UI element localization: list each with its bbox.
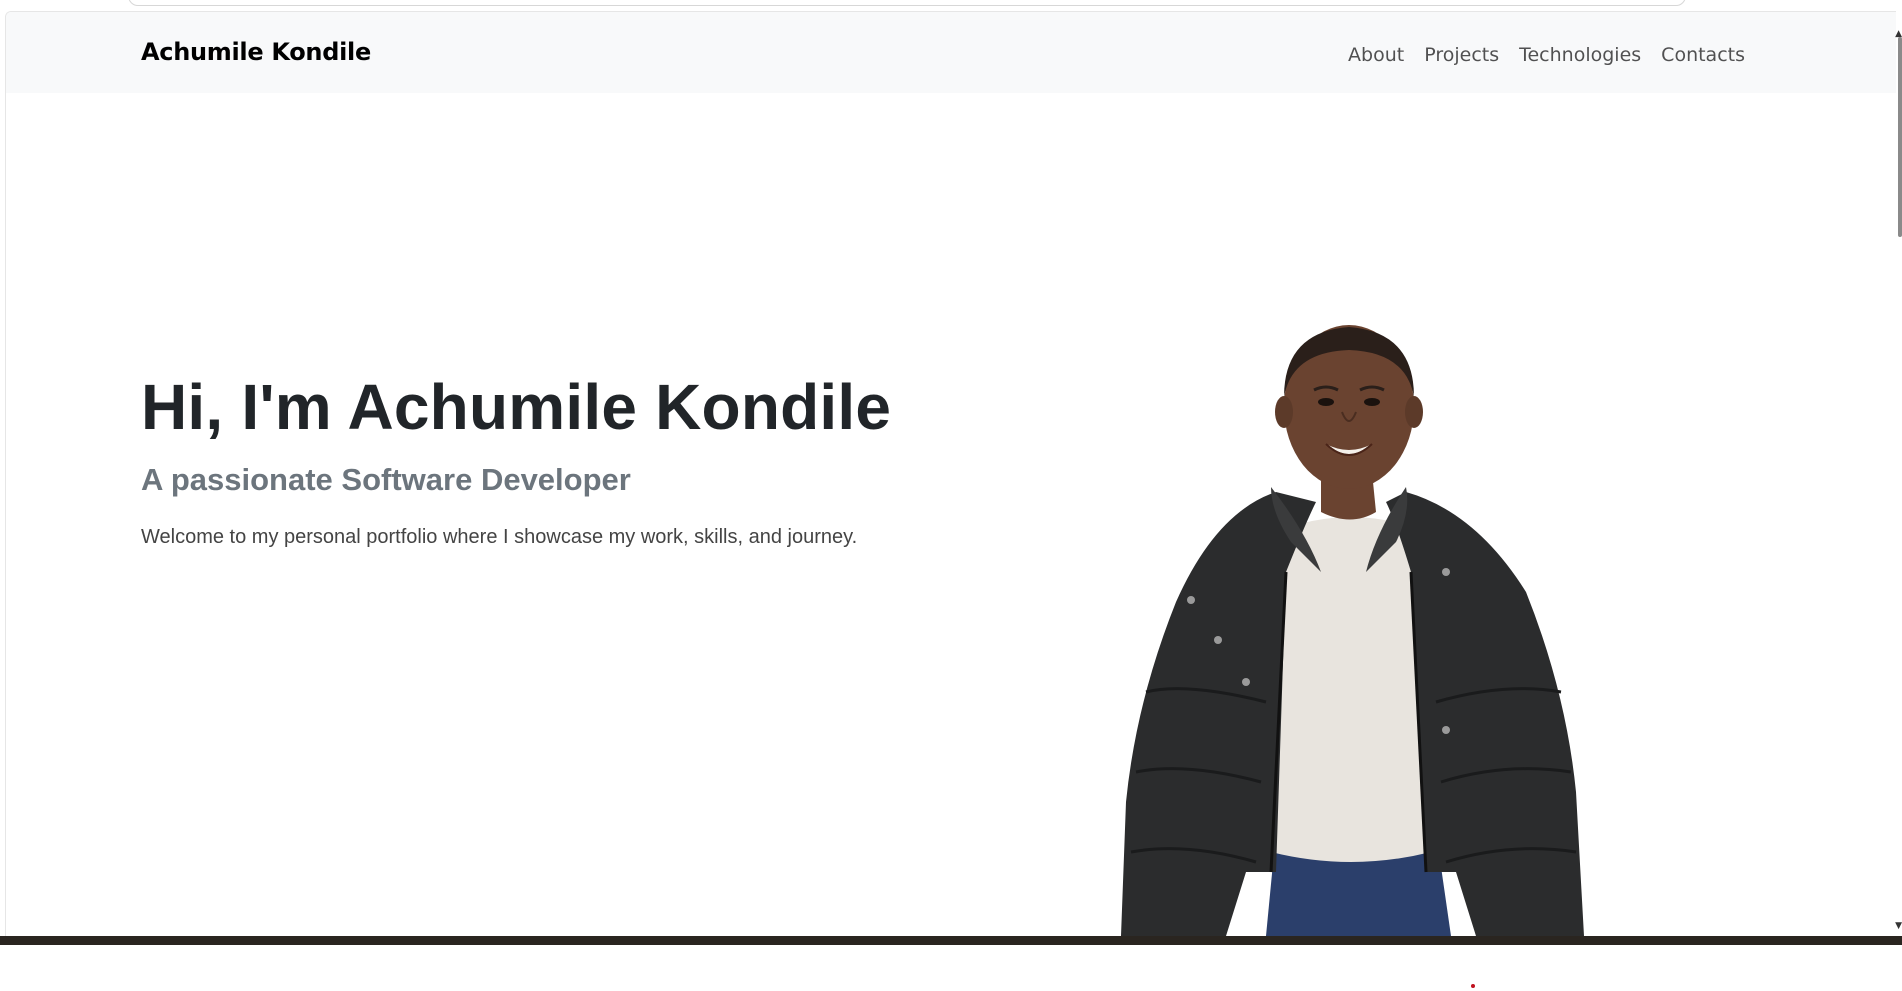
- browser-frame: Achumile Kondile About Projects Technolo…: [0, 0, 1902, 991]
- bottom-divider: [0, 936, 1902, 945]
- page-viewport: Achumile Kondile About Projects Technolo…: [5, 11, 1899, 936]
- hero-subtitle: A passionate Software Developer: [141, 462, 631, 497]
- red-dot-marker: [1471, 984, 1475, 988]
- hero-text: Welcome to my personal portfolio where I…: [141, 526, 858, 548]
- navbar-brand[interactable]: Achumile Kondile: [141, 38, 371, 66]
- nav-link-about[interactable]: About: [1338, 36, 1414, 74]
- nav-link-technologies[interactable]: Technologies: [1509, 36, 1651, 74]
- nav-link-contacts[interactable]: Contacts: [1651, 36, 1755, 74]
- bottom-strip: [0, 945, 1902, 991]
- nav-links: About Projects Technologies Contacts: [1338, 36, 1755, 74]
- vertical-scrollbar[interactable]: ▲ ▼: [1895, 11, 1902, 935]
- scrollbar-thumb[interactable]: [1898, 37, 1902, 237]
- profile-photo: [1121, 325, 1584, 936]
- hero-title: Hi, I'm Achumile Kondile: [141, 371, 892, 443]
- address-bar-edge: [128, 0, 1686, 6]
- chevron-down-icon[interactable]: ▼: [1895, 921, 1902, 931]
- nav-link-projects[interactable]: Projects: [1414, 36, 1509, 74]
- navbar: Achumile Kondile About Projects Technolo…: [6, 12, 1899, 93]
